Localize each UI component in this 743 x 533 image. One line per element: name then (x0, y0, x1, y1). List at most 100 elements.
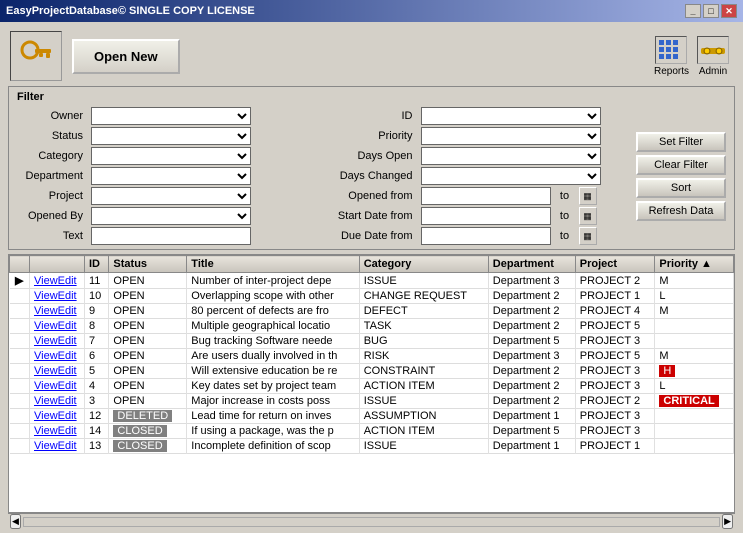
days-open-select[interactable] (421, 147, 601, 165)
opened-from-date-btn[interactable]: ▦ (579, 187, 597, 205)
row-category: RISK (359, 349, 488, 364)
view-edit-link[interactable]: ViewEdit (34, 365, 77, 377)
col-priority[interactable]: Priority ▲ (655, 256, 734, 273)
row-id: 5 (85, 364, 109, 379)
days-changed-select[interactable] (421, 167, 601, 185)
category-select[interactable] (91, 147, 251, 165)
row-links[interactable]: ViewEdit (30, 424, 85, 439)
row-indicator (10, 349, 30, 364)
col-links (30, 256, 85, 273)
department-select[interactable] (91, 167, 251, 185)
view-edit-link[interactable]: ViewEdit (34, 335, 77, 347)
refresh-data-button[interactable]: Refresh Data (636, 201, 726, 221)
view-edit-link[interactable]: ViewEdit (34, 320, 77, 332)
row-links[interactable]: ViewEdit (30, 273, 85, 289)
main-container: Open New (0, 22, 743, 533)
row-category: CHANGE REQUEST (359, 289, 488, 304)
col-project[interactable]: Project (575, 256, 655, 273)
row-links[interactable]: ViewEdit (30, 364, 85, 379)
row-indicator (10, 364, 30, 379)
col-status[interactable]: Status (109, 256, 187, 273)
view-edit-link[interactable]: ViewEdit (34, 275, 77, 287)
row-project: PROJECT 1 (575, 439, 655, 454)
project-select[interactable] (91, 187, 251, 205)
view-edit-link[interactable]: ViewEdit (34, 350, 77, 362)
table-row: ViewEdit6OPENAre users dually involved i… (10, 349, 734, 364)
row-links[interactable]: ViewEdit (30, 319, 85, 334)
row-indicator (10, 394, 30, 409)
view-edit-link[interactable]: ViewEdit (34, 440, 77, 452)
table-row: ▶ViewEdit11OPENNumber of inter-project d… (10, 273, 734, 289)
view-edit-link[interactable]: ViewEdit (34, 290, 77, 302)
col-category[interactable]: Category (359, 256, 488, 273)
row-department: Department 2 (488, 319, 575, 334)
horizontal-scrollbar[interactable]: ◀ ▶ (8, 513, 735, 529)
row-links[interactable]: ViewEdit (30, 349, 85, 364)
close-button[interactable]: ✕ (721, 4, 737, 18)
row-links[interactable]: ViewEdit (30, 394, 85, 409)
due-date-to-label: to (555, 230, 575, 242)
start-date-btn[interactable]: ▦ (579, 207, 597, 225)
row-project: PROJECT 5 (575, 319, 655, 334)
reports-icon-group[interactable]: Reports (654, 36, 689, 77)
row-status: OPEN (109, 319, 187, 334)
opened-by-select[interactable] (91, 207, 251, 225)
minimize-button[interactable]: _ (685, 4, 701, 18)
id-select[interactable] (421, 107, 601, 125)
priority-select[interactable] (421, 127, 601, 145)
scroll-left-button[interactable]: ◀ (10, 514, 21, 529)
row-priority: CRITICAL (655, 394, 734, 409)
sort-button[interactable]: Sort (636, 178, 726, 198)
view-edit-link[interactable]: ViewEdit (34, 305, 77, 317)
filter-left: Owner Status Category Department Project… (17, 107, 319, 245)
due-date-btn[interactable]: ▦ (579, 227, 597, 245)
row-title: Lead time for return on inves (187, 409, 359, 424)
start-date-input[interactable] (421, 207, 551, 225)
days-changed-label: Days Changed (327, 170, 417, 182)
row-links[interactable]: ViewEdit (30, 439, 85, 454)
table-body: ▶ViewEdit11OPENNumber of inter-project d… (10, 273, 734, 454)
row-links[interactable]: ViewEdit (30, 409, 85, 424)
text-input[interactable] (91, 227, 251, 245)
reports-icon[interactable] (655, 36, 687, 64)
view-edit-link[interactable]: ViewEdit (34, 425, 77, 437)
set-filter-button[interactable]: Set Filter (636, 132, 726, 152)
row-priority: M (655, 273, 734, 289)
row-links[interactable]: ViewEdit (30, 379, 85, 394)
admin-icon-group[interactable]: Admin (697, 36, 729, 77)
status-select[interactable] (91, 127, 251, 145)
row-category: ISSUE (359, 273, 488, 289)
row-priority: M (655, 304, 734, 319)
filter-right: ID Priority Days Open Days Changed Opene… (327, 107, 629, 245)
due-date-input[interactable] (421, 227, 551, 245)
clear-filter-button[interactable]: Clear Filter (636, 155, 726, 175)
row-department: Department 5 (488, 334, 575, 349)
open-new-button[interactable]: Open New (72, 39, 180, 74)
row-title: Multiple geographical locatio (187, 319, 359, 334)
view-edit-link[interactable]: ViewEdit (34, 380, 77, 392)
admin-icon[interactable] (697, 36, 729, 64)
owner-select[interactable] (91, 107, 251, 125)
row-project: PROJECT 4 (575, 304, 655, 319)
col-id[interactable]: ID (85, 256, 109, 273)
toolbar-icons: Reports Admin (654, 36, 729, 77)
row-id: 6 (85, 349, 109, 364)
priority-label: Priority (327, 130, 417, 142)
row-links[interactable]: ViewEdit (30, 334, 85, 349)
col-title[interactable]: Title (187, 256, 359, 273)
row-id: 14 (85, 424, 109, 439)
col-department[interactable]: Department (488, 256, 575, 273)
title-bar-controls[interactable]: _ □ ✕ (685, 4, 737, 18)
table-row: ViewEdit4OPENKey dates set by project te… (10, 379, 734, 394)
table-row: ViewEdit7OPENBug tracking Software neede… (10, 334, 734, 349)
row-priority (655, 424, 734, 439)
opened-from-input[interactable] (421, 187, 551, 205)
data-table: ID Status Title Category Department Proj… (9, 255, 734, 454)
row-links[interactable]: ViewEdit (30, 289, 85, 304)
view-edit-link[interactable]: ViewEdit (34, 410, 77, 422)
scroll-right-button[interactable]: ▶ (722, 514, 733, 529)
row-links[interactable]: ViewEdit (30, 304, 85, 319)
row-department: Department 5 (488, 424, 575, 439)
view-edit-link[interactable]: ViewEdit (34, 395, 77, 407)
maximize-button[interactable]: □ (703, 4, 719, 18)
